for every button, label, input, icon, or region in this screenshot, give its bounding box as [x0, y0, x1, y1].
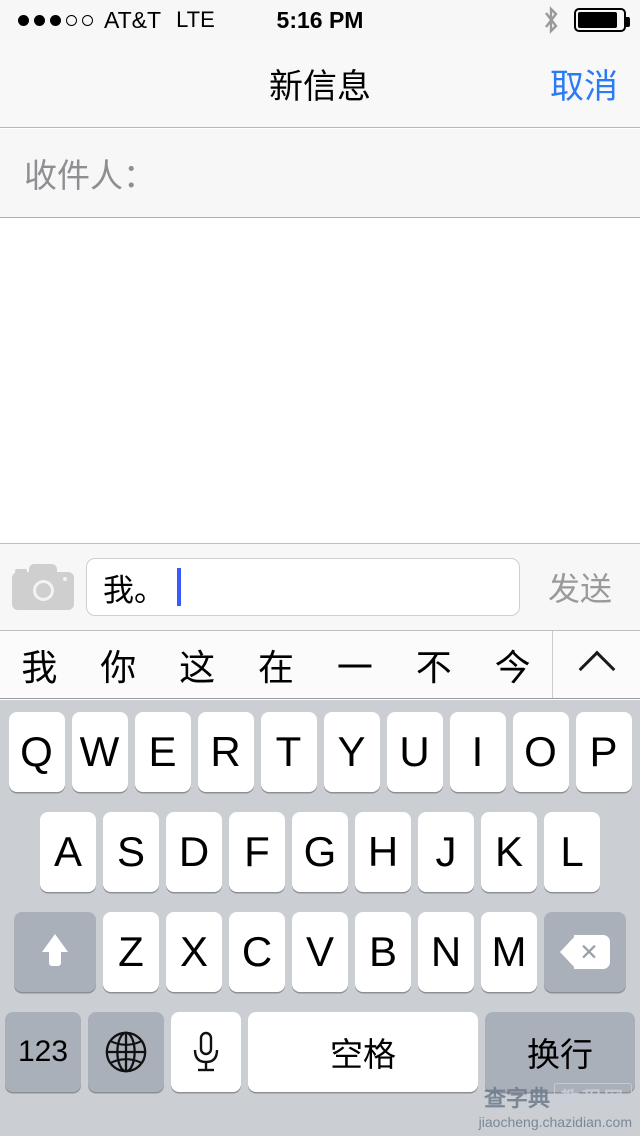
send-button[interactable]: 发送: [520, 564, 640, 610]
battery-icon: [574, 8, 630, 32]
keyboard-row-1: Q W E R T Y U I O P: [0, 712, 640, 792]
key-r[interactable]: R: [197, 712, 254, 792]
phone-screen: AT&T LTE 5:16 PM 新信息 取消 收件人： 我。 发送 我 你 这…: [0, 0, 640, 1136]
key-l[interactable]: L: [544, 812, 600, 892]
key-u[interactable]: U: [386, 712, 443, 792]
key-h[interactable]: H: [355, 812, 411, 892]
candidate-bar: 我 你 这 在 一 不 今: [0, 631, 640, 699]
shift-arrow-icon: [36, 934, 74, 970]
bluetooth-icon: [545, 6, 558, 34]
message-input[interactable]: 我。: [86, 558, 520, 616]
key-b[interactable]: B: [355, 912, 411, 992]
microphone-icon: [193, 1031, 219, 1072]
candidate-item[interactable]: 在: [237, 639, 316, 691]
numeric-key[interactable]: 123: [5, 1012, 81, 1092]
chevron-up-icon: [578, 650, 615, 688]
candidate-item[interactable]: 不: [394, 639, 473, 691]
key-a[interactable]: A: [40, 812, 96, 892]
backspace-key[interactable]: ✕: [544, 912, 626, 992]
globe-icon: [105, 1031, 147, 1073]
recipient-label: 收件人：: [24, 157, 156, 194]
key-v[interactable]: V: [292, 912, 348, 992]
text-cursor: [177, 568, 181, 606]
shift-key[interactable]: [14, 912, 96, 992]
key-g[interactable]: G: [292, 812, 348, 892]
recipient-field-row[interactable]: 收件人：: [0, 129, 640, 218]
key-p[interactable]: P: [575, 712, 632, 792]
key-z[interactable]: Z: [103, 912, 159, 992]
key-t[interactable]: T: [260, 712, 317, 792]
battery-cap: [626, 17, 630, 27]
message-input-value: 我。: [103, 572, 165, 608]
candidate-list: 我 你 这 在 一 不 今: [0, 631, 553, 698]
status-bar: AT&T LTE 5:16 PM: [0, 0, 640, 40]
backspace-icon: ✕: [560, 935, 610, 969]
keyboard-row-2: A S D F G H J K L: [0, 812, 640, 892]
key-q[interactable]: Q: [8, 712, 65, 792]
onscreen-keyboard: Q W E R T Y U I O P A S D F G H J K L Z: [0, 700, 640, 1136]
candidate-item[interactable]: 一: [315, 639, 394, 691]
key-x[interactable]: X: [166, 912, 222, 992]
dictation-key[interactable]: [171, 1012, 241, 1092]
camera-button[interactable]: [0, 564, 86, 610]
return-key[interactable]: 换行: [485, 1012, 635, 1092]
keyboard-row-4: 123 空格 换行: [0, 1012, 640, 1092]
key-s[interactable]: S: [103, 812, 159, 892]
candidate-item[interactable]: 今: [473, 639, 552, 691]
key-m[interactable]: M: [481, 912, 537, 992]
space-key[interactable]: 空格: [248, 1012, 478, 1092]
key-y[interactable]: Y: [323, 712, 380, 792]
key-f[interactable]: F: [229, 812, 285, 892]
key-o[interactable]: O: [512, 712, 569, 792]
candidate-item[interactable]: 我: [0, 639, 79, 691]
cancel-button[interactable]: 取消: [550, 59, 618, 108]
key-j[interactable]: J: [418, 812, 474, 892]
keyboard-row-3: Z X C V B N M ✕: [0, 912, 640, 992]
page-title: 新信息: [269, 68, 371, 106]
key-e[interactable]: E: [134, 712, 191, 792]
key-d[interactable]: D: [166, 812, 222, 892]
key-n[interactable]: N: [418, 912, 474, 992]
camera-icon: [12, 564, 74, 610]
battery-fill: [578, 12, 617, 28]
message-input-toolbar: 我。 发送: [0, 543, 640, 631]
candidate-item[interactable]: 这: [158, 639, 237, 691]
key-k[interactable]: K: [481, 812, 537, 892]
key-w[interactable]: W: [71, 712, 128, 792]
key-i[interactable]: I: [449, 712, 506, 792]
navigation-bar: 新信息 取消: [0, 40, 640, 128]
key-c[interactable]: C: [229, 912, 285, 992]
status-bar-right: [540, 6, 630, 34]
candidate-item[interactable]: 你: [79, 639, 158, 691]
message-thread-area: [0, 219, 640, 543]
globe-key[interactable]: [88, 1012, 164, 1092]
expand-candidates-button[interactable]: [553, 647, 640, 688]
